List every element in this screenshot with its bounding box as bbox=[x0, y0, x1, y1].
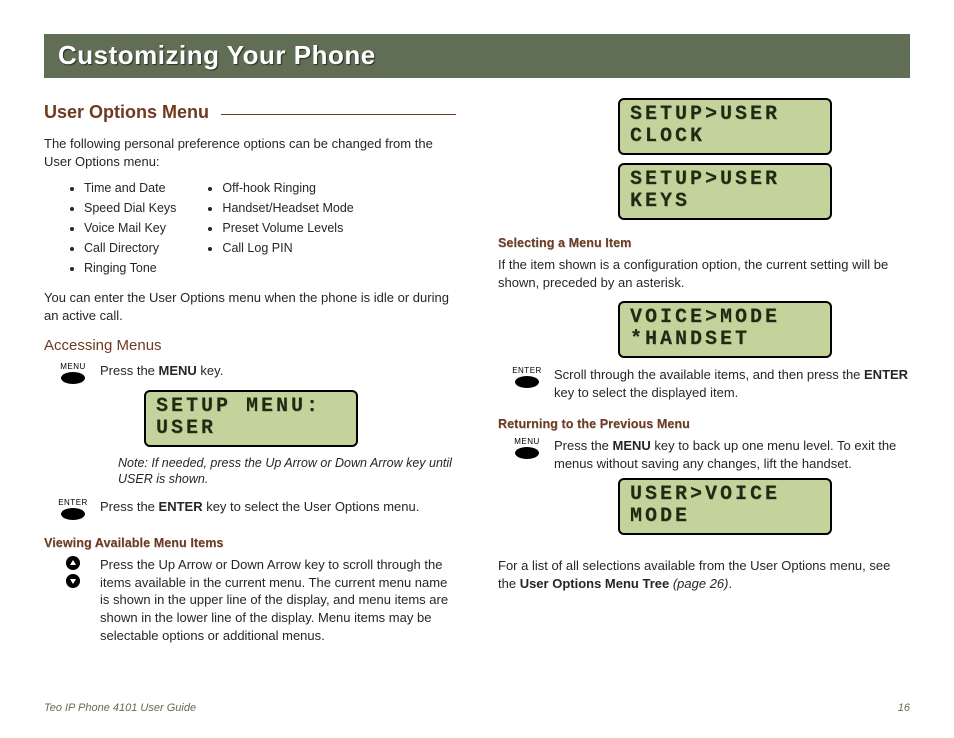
list-item: Ringing Tone bbox=[84, 260, 176, 277]
menu-key-label: MENU bbox=[512, 437, 542, 446]
intro-paragraph-2: You can enter the User Options menu when… bbox=[44, 289, 456, 324]
list-item: Off-hook Ringing bbox=[222, 180, 353, 197]
lcd-setup-user-clock: SETUP>USER CLOCK bbox=[618, 98, 832, 155]
list-item: Time and Date bbox=[84, 180, 176, 197]
enter-key-label: ENTER bbox=[512, 366, 542, 375]
list-item: Voice Mail Key bbox=[84, 220, 176, 237]
footer-title: Teo IP Phone 4101 User Guide bbox=[44, 702, 196, 714]
options-list-col2: Off-hook Ringing Handset/Headset Mode Pr… bbox=[206, 180, 353, 279]
subheading-selecting-item: Selecting a Menu Item bbox=[498, 236, 910, 250]
intro-paragraph: The following personal preference option… bbox=[44, 135, 456, 170]
menu-key-icon bbox=[61, 372, 85, 384]
closing-paragraph: For a list of all selections available f… bbox=[498, 557, 910, 592]
step-press-enter: Press the ENTER key to select the User O… bbox=[100, 498, 456, 516]
list-item: Handset/Headset Mode bbox=[222, 200, 353, 217]
lcd-voice-mode-handset: VOICE>MODE *HANDSET bbox=[618, 301, 832, 358]
chapter-title: Customizing Your Phone bbox=[44, 34, 910, 78]
step-scroll-enter: Scroll through the available items, and … bbox=[554, 366, 910, 401]
step-press-menu: Press the MENU key. bbox=[100, 362, 456, 380]
page-number: 16 bbox=[898, 702, 910, 714]
list-item: Call Directory bbox=[84, 240, 176, 257]
menu-key-icon bbox=[515, 447, 539, 459]
list-item: Call Log PIN bbox=[222, 240, 353, 257]
selecting-item-body: If the item shown is a configuration opt… bbox=[498, 256, 910, 291]
enter-key-icon bbox=[515, 376, 539, 388]
left-column: User Options Menu The following personal… bbox=[44, 102, 456, 650]
lcd-user-voice-mode: USER>VOICE MODE bbox=[618, 478, 832, 535]
lcd-setup-menu-user: SETUP MENU: USER bbox=[144, 390, 358, 447]
step-return-menu: Press the MENU key to back up one menu l… bbox=[554, 437, 910, 472]
right-column: SETUP>USER CLOCK SETUP>USER KEYS Selecti… bbox=[498, 102, 910, 650]
section-heading-user-options: User Options Menu bbox=[44, 102, 456, 123]
subheading-accessing-menus: Accessing Menus bbox=[44, 337, 456, 354]
enter-key-icon bbox=[61, 508, 85, 520]
lcd-setup-user-keys: SETUP>USER KEYS bbox=[618, 163, 832, 220]
enter-key-label: ENTER bbox=[58, 498, 88, 507]
down-arrow-icon bbox=[66, 574, 80, 588]
up-arrow-icon bbox=[66, 556, 80, 570]
list-item: Speed Dial Keys bbox=[84, 200, 176, 217]
subheading-returning: Returning to the Previous Menu bbox=[498, 417, 910, 431]
menu-key-label: MENU bbox=[58, 362, 88, 371]
subheading-viewing-items: Viewing Available Menu Items bbox=[44, 536, 456, 550]
options-list-col1: Time and Date Speed Dial Keys Voice Mail… bbox=[68, 180, 176, 279]
viewing-items-body: Press the Up Arrow or Down Arrow key to … bbox=[100, 556, 456, 644]
list-item: Preset Volume Levels bbox=[222, 220, 353, 237]
note-up-down-arrow: Note: If needed, press the Up Arrow or D… bbox=[118, 455, 456, 489]
